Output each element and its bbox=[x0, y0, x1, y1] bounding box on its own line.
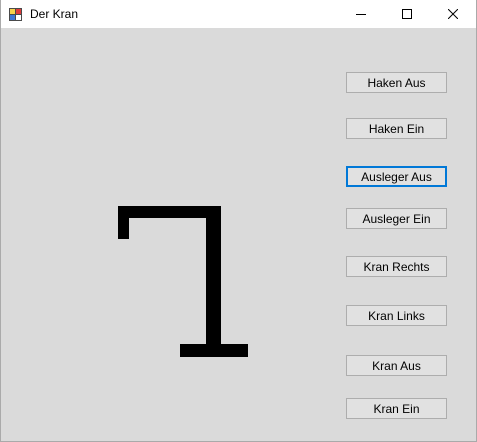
maximize-button[interactable] bbox=[384, 0, 430, 28]
crane-hook bbox=[118, 206, 129, 239]
ausleger-aus-button[interactable]: Ausleger Aus bbox=[346, 166, 447, 187]
kran-rechts-button[interactable]: Kran Rechts bbox=[346, 256, 447, 277]
app-window: Der Kran Haken Aus Haken Ein Ausleger Au… bbox=[0, 0, 477, 442]
kran-ein-button[interactable]: Kran Ein bbox=[346, 398, 447, 419]
minimize-button[interactable] bbox=[338, 0, 384, 28]
close-icon bbox=[448, 9, 458, 19]
haken-aus-button[interactable]: Haken Aus bbox=[346, 72, 447, 93]
window-title: Der Kran bbox=[30, 7, 79, 21]
crane-base bbox=[180, 344, 248, 357]
form-client-area: Haken Aus Haken Ein Ausleger Aus Auslege… bbox=[1, 28, 476, 441]
crane-mast bbox=[206, 206, 221, 357]
haken-ein-button[interactable]: Haken Ein bbox=[346, 118, 447, 139]
close-button[interactable] bbox=[430, 0, 476, 28]
minimize-icon bbox=[356, 14, 366, 15]
app-icon[interactable] bbox=[9, 7, 22, 21]
kran-links-button[interactable]: Kran Links bbox=[346, 305, 447, 326]
title-bar[interactable]: Der Kran bbox=[1, 0, 476, 28]
maximize-icon bbox=[402, 9, 412, 19]
kran-aus-button[interactable]: Kran Aus bbox=[346, 355, 447, 376]
ausleger-ein-button[interactable]: Ausleger Ein bbox=[346, 208, 447, 229]
